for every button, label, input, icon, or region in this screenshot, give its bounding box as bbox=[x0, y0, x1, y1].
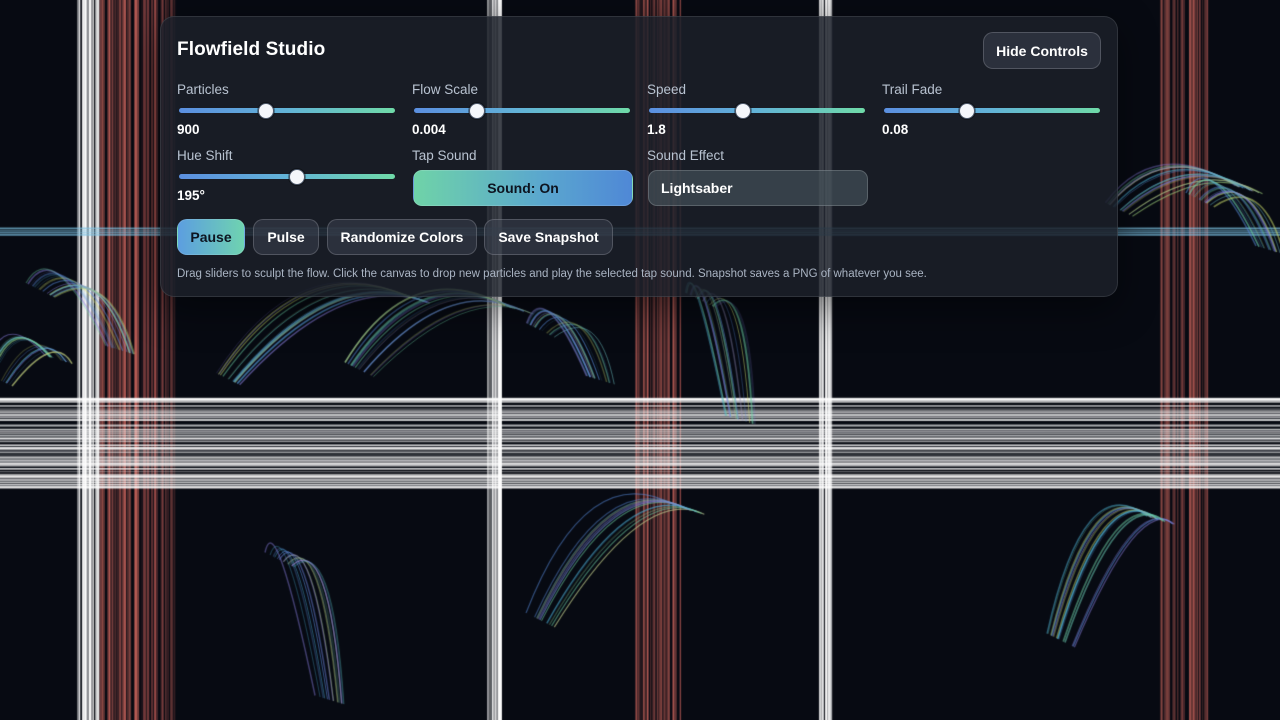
particles-slider-track bbox=[179, 108, 395, 113]
particles-value: 900 bbox=[177, 122, 200, 137]
flow-scale-value: 0.004 bbox=[412, 122, 446, 137]
trail-fade-slider-track bbox=[884, 108, 1100, 113]
pulse-button[interactable]: Pulse bbox=[253, 219, 319, 255]
trail-fade-control: Trail Fade 0.08 bbox=[882, 81, 1102, 139]
particles-control: Particles 900 bbox=[177, 81, 397, 139]
app-title: Flowfield Studio bbox=[177, 39, 326, 60]
flow-scale-slider-thumb[interactable] bbox=[468, 103, 485, 119]
hue-shift-label: Hue Shift bbox=[177, 148, 233, 163]
hue-shift-slider[interactable] bbox=[177, 167, 397, 185]
speed-value: 1.8 bbox=[647, 122, 666, 137]
trail-fade-slider[interactable] bbox=[882, 101, 1102, 119]
speed-slider[interactable] bbox=[647, 101, 867, 119]
hue-shift-slider-track bbox=[179, 174, 395, 179]
tap-sound-control: Tap Sound bbox=[412, 147, 632, 165]
flow-scale-label: Flow Scale bbox=[412, 82, 479, 97]
trail-fade-label: Trail Fade bbox=[882, 82, 943, 97]
sound-effect-control: Sound Effect bbox=[647, 147, 867, 165]
flow-scale-slider[interactable] bbox=[412, 101, 632, 119]
pause-button[interactable]: Pause bbox=[177, 219, 245, 255]
particles-slider[interactable] bbox=[177, 101, 397, 119]
save-snapshot-button[interactable]: Save Snapshot bbox=[484, 219, 613, 255]
sound-toggle-button[interactable]: Sound: On bbox=[413, 170, 633, 206]
randomize-colors-button[interactable]: Randomize Colors bbox=[327, 219, 477, 255]
hue-shift-control: Hue Shift 195° bbox=[177, 147, 397, 205]
speed-control: Speed 1.8 bbox=[647, 81, 867, 139]
trail-fade-value: 0.08 bbox=[882, 122, 909, 137]
flow-scale-slider-track bbox=[414, 108, 630, 113]
help-text: Drag sliders to sculpt the flow. Click t… bbox=[177, 268, 927, 280]
hue-shift-value: 195° bbox=[177, 188, 205, 203]
tap-sound-label: Tap Sound bbox=[412, 148, 477, 163]
flow-scale-control: Flow Scale 0.004 bbox=[412, 81, 632, 139]
flowfield-canvas-area[interactable]: Flowfield Studio Hide Controls Particles… bbox=[0, 0, 1280, 720]
controls-panel: Flowfield Studio Hide Controls Particles… bbox=[160, 16, 1118, 297]
trail-fade-slider-thumb[interactable] bbox=[958, 103, 975, 119]
speed-label: Speed bbox=[647, 82, 687, 97]
particles-label: Particles bbox=[177, 82, 229, 97]
speed-slider-thumb[interactable] bbox=[734, 103, 751, 119]
speed-slider-track bbox=[649, 108, 865, 113]
hue-shift-slider-thumb[interactable] bbox=[288, 169, 305, 185]
sound-effect-label: Sound Effect bbox=[647, 148, 725, 163]
hide-controls-button[interactable]: Hide Controls bbox=[983, 32, 1101, 69]
sound-effect-select[interactable]: Lightsaber bbox=[648, 170, 868, 206]
particles-slider-thumb[interactable] bbox=[258, 103, 274, 119]
